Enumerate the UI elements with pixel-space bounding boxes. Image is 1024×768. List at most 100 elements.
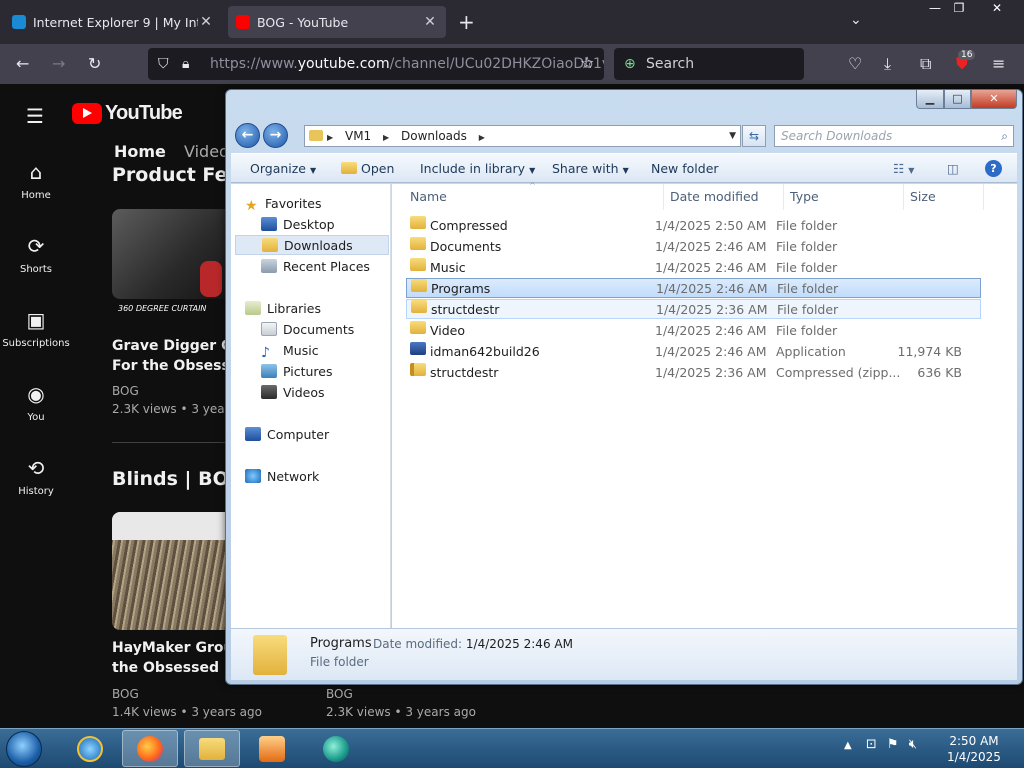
- nav-documents[interactable]: Documents: [261, 320, 389, 340]
- column-header-type[interactable]: Type: [784, 184, 904, 210]
- command-label: New folder: [651, 161, 719, 176]
- sidebar-item-shorts[interactable]: ⟳ Shorts: [0, 234, 72, 275]
- video-thumbnail[interactable]: [112, 512, 226, 630]
- nav-desktop[interactable]: Desktop: [261, 215, 389, 235]
- tab-bog-youtube[interactable]: BOG - YouTube ✕: [228, 6, 446, 38]
- video-title-line2[interactable]: For the Obsessed: [112, 356, 226, 376]
- video-thumbnail[interactable]: 360 DEGREE CURTAIN: [112, 209, 226, 313]
- browser-restore-button[interactable]: ❐: [942, 0, 976, 18]
- youtube-play-icon: [72, 103, 102, 124]
- downloads-icon[interactable]: ⤓: [884, 54, 891, 74]
- internet-explorer-icon: [77, 735, 103, 762]
- tracking-shield-icon[interactable]: ⛉: [158, 48, 169, 80]
- open-button[interactable]: Open: [341, 154, 394, 184]
- channel-tab-home[interactable]: Home: [114, 142, 166, 161]
- nav-downloads[interactable]: Downloads: [235, 235, 389, 255]
- file-row[interactable]: Documents 1/4/2025 2:46 AM File folder: [406, 237, 981, 257]
- explorer-back-icon[interactable]: ←: [235, 123, 260, 148]
- sidebar-item-subscriptions[interactable]: ▣ Subscriptions: [0, 308, 72, 349]
- reload-icon[interactable]: ↻: [88, 54, 101, 73]
- include-in-library-button[interactable]: Include in library ▼: [420, 154, 535, 184]
- breadcrumb-vm1[interactable]: VM1: [345, 129, 371, 143]
- file-row[interactable]: Compressed 1/4/2025 2:50 AM File folder: [406, 216, 981, 236]
- network-tray-icon[interactable]: ⊡: [866, 737, 877, 752]
- lock-icon[interactable]: 🔒︎: [182, 48, 189, 80]
- column-header-size[interactable]: Size: [904, 184, 984, 210]
- browser-search-field[interactable]: ⊕ Search: [614, 48, 804, 80]
- breadcrumb-chevron-icon[interactable]: ▶: [383, 133, 389, 142]
- volume-muted-icon[interactable]: 🔇︎: [909, 737, 917, 752]
- channel-tab-videos[interactable]: Video: [184, 142, 229, 161]
- file-row[interactable]: idman642build26 1/4/2025 2:46 AM Applica…: [406, 342, 981, 362]
- taskbar-firefox[interactable]: [122, 730, 178, 767]
- search-icon[interactable]: ⌕: [1001, 126, 1008, 146]
- action-center-flag-icon[interactable]: ⚑: [887, 737, 899, 752]
- tab-close-icon[interactable]: ✕: [422, 14, 438, 30]
- forward-arrow-icon[interactable]: →: [52, 54, 65, 73]
- file-row[interactable]: Music 1/4/2025 2:46 AM File folder: [406, 258, 981, 278]
- video-title-line2[interactable]: the Obsessed Hur: [112, 658, 226, 678]
- explorer-search-input[interactable]: Search Downloads ⌕: [774, 125, 1014, 147]
- organize-button[interactable]: Organize ▼: [250, 154, 316, 184]
- breadcrumb-downloads[interactable]: Downloads: [401, 129, 467, 143]
- video-channel[interactable]: BOG: [112, 687, 139, 701]
- video-title[interactable]: Grave Digger Grou: [112, 336, 226, 356]
- nav-computer[interactable]: Computer: [245, 425, 385, 445]
- column-header-name[interactable]: Name: [404, 184, 664, 210]
- explorer-forward-icon[interactable]: →: [263, 123, 288, 148]
- explorer-close-button[interactable]: ✕: [971, 90, 1017, 109]
- nav-pictures[interactable]: Pictures: [261, 362, 389, 382]
- sidebar-item-home[interactable]: ⌂ Home: [0, 160, 72, 201]
- address-dropdown-icon[interactable]: ▼: [729, 126, 736, 146]
- file-row[interactable]: Video 1/4/2025 2:46 AM File folder: [406, 321, 981, 341]
- refresh-icon[interactable]: ⇆: [742, 125, 766, 147]
- nav-music[interactable]: ♪ Music: [261, 341, 389, 361]
- youtube-logo[interactable]: YouTube: [72, 102, 183, 125]
- column-header-date-modified[interactable]: Date modified: [664, 184, 784, 210]
- video-channel[interactable]: BOG: [326, 687, 353, 701]
- show-hidden-icons-icon[interactable]: ▲: [844, 740, 852, 751]
- taskbar-media-player[interactable]: [244, 730, 300, 767]
- taskbar-windows-explorer[interactable]: [184, 730, 240, 767]
- file-row[interactable]: structdestr 1/4/2025 2:36 AM Compressed …: [406, 363, 981, 383]
- bookmark-star-icon[interactable]: ☆: [580, 53, 594, 72]
- extensions-icon[interactable]: ⧉: [920, 54, 931, 74]
- explorer-minimize-button[interactable]: ▁: [916, 90, 944, 109]
- new-tab-button[interactable]: +: [458, 10, 475, 34]
- browser-close-button[interactable]: ✕: [980, 0, 1014, 18]
- explorer-address-bar[interactable]: ▶ VM1 ▶ Downloads ▶ ▼: [304, 125, 741, 147]
- sidebar-item-you[interactable]: ◉ You: [0, 382, 72, 423]
- nav-libraries[interactable]: Libraries: [245, 299, 385, 319]
- breadcrumb-chevron-icon[interactable]: ▶: [327, 133, 333, 142]
- hamburger-menu-icon[interactable]: ≡: [992, 54, 1005, 73]
- video-channel[interactable]: BOG: [112, 384, 139, 398]
- back-arrow-icon[interactable]: ←: [16, 54, 29, 73]
- taskbar-internet-explorer[interactable]: [62, 730, 118, 767]
- change-view-icon[interactable]: ☷ ▼: [893, 154, 914, 184]
- nav-favorites[interactable]: ★ Favorites: [245, 194, 385, 214]
- nav-recent-places[interactable]: Recent Places: [261, 257, 389, 277]
- breadcrumb-chevron-icon[interactable]: ▶: [479, 133, 485, 142]
- nav-videos[interactable]: Videos: [261, 383, 389, 403]
- details-type: File folder: [310, 655, 369, 669]
- explorer-maximize-button[interactable]: □: [944, 90, 971, 109]
- preview-pane-icon[interactable]: ◫: [947, 154, 959, 184]
- system-clock[interactable]: 2:50 AM 1/4/2025: [946, 733, 1002, 765]
- sidebar-item-history[interactable]: ⟲ History: [0, 456, 72, 497]
- list-all-tabs-chevron-icon[interactable]: ⌄: [850, 12, 862, 28]
- new-folder-button[interactable]: New folder: [651, 154, 719, 184]
- url-bar[interactable]: ⛉ 🔒︎ https://www.youtube.com/channel/UCu…: [148, 48, 604, 80]
- nav-network[interactable]: Network: [245, 467, 385, 487]
- tab-internet-explorer-9[interactable]: Internet Explorer 9 | My Internet ✕: [4, 6, 222, 38]
- help-icon[interactable]: ?: [985, 160, 1002, 177]
- video-title[interactable]: HayMaker Ground: [112, 638, 226, 658]
- hamburger-menu-icon[interactable]: ☰: [26, 104, 44, 128]
- start-button-windows-icon[interactable]: [6, 731, 42, 767]
- file-row-selected[interactable]: Programs 1/4/2025 2:46 AM File folder: [406, 278, 981, 298]
- file-row-hover[interactable]: structdestr 1/4/2025 2:36 AM File folder: [406, 299, 981, 319]
- tab-close-icon[interactable]: ✕: [198, 14, 214, 30]
- share-with-button[interactable]: Share with ▼: [552, 154, 629, 184]
- pocket-icon[interactable]: ♡: [848, 54, 862, 73]
- taskbar-app[interactable]: [308, 730, 364, 767]
- file-date: 1/4/2025 2:36 AM: [655, 365, 767, 380]
